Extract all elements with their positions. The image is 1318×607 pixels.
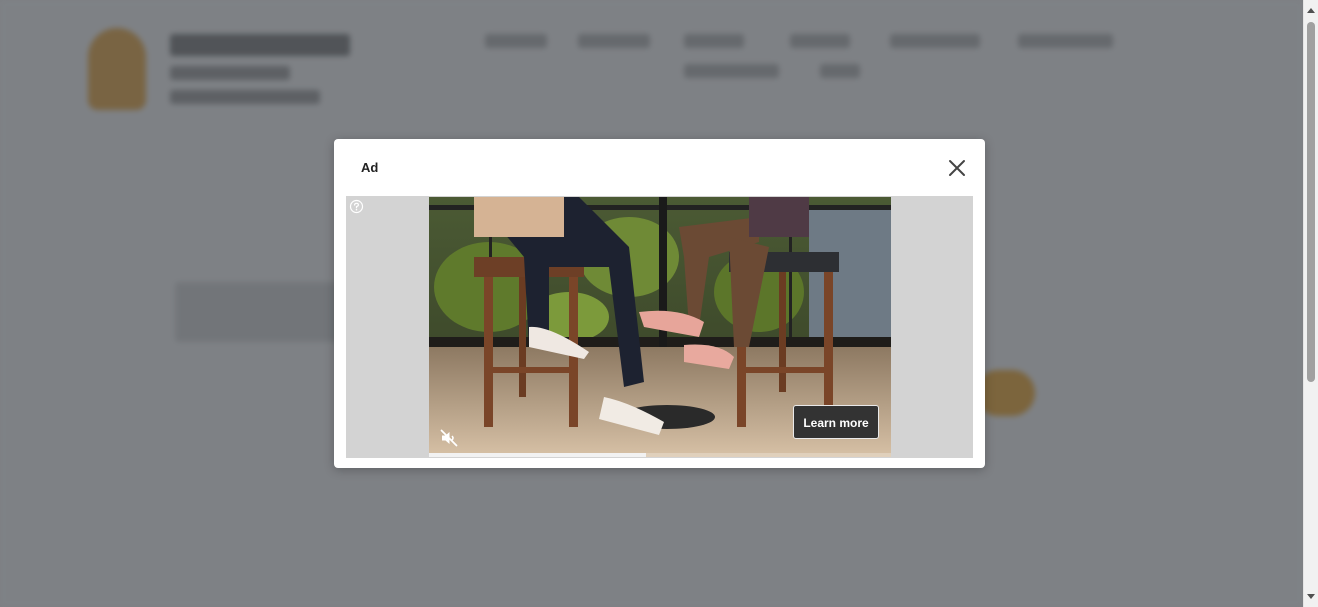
ad-modal: Ad Learn more: [334, 139, 985, 468]
question-circle-icon[interactable]: [349, 199, 364, 214]
volume-off-icon[interactable]: [439, 428, 459, 448]
scroll-down-arrow-icon[interactable]: [1307, 594, 1315, 599]
scrollbar-thumb[interactable]: [1307, 22, 1315, 382]
video-progress-fill: [429, 453, 647, 457]
video-progress-bar[interactable]: [429, 453, 891, 457]
vertical-scrollbar[interactable]: [1303, 0, 1318, 607]
close-icon[interactable]: [946, 157, 968, 179]
learn-more-button[interactable]: Learn more: [793, 405, 879, 439]
ad-label: Ad: [361, 160, 379, 175]
ad-video[interactable]: Learn more: [429, 197, 891, 457]
scroll-up-arrow-icon[interactable]: [1307, 8, 1315, 13]
ad-frame: Learn more: [346, 196, 973, 458]
